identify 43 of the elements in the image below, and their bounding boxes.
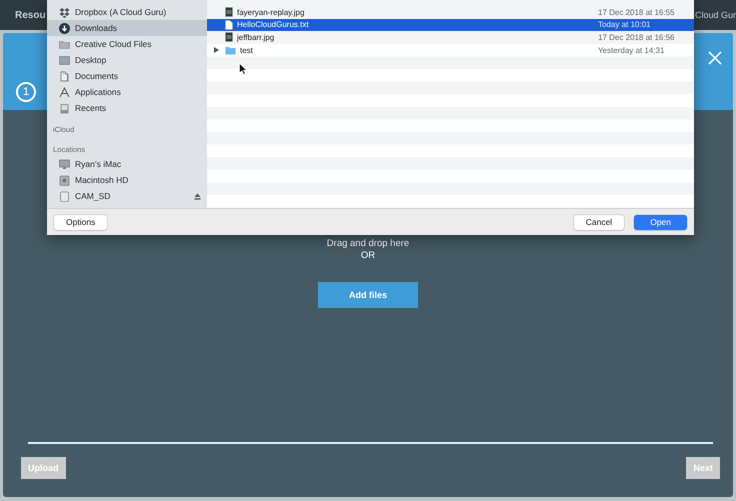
file-name: fayeryan-replay.jpg: [237, 8, 304, 17]
file-date: 17 Dec 2018 at 16:56: [598, 32, 676, 42]
brand-text: Cloud Gur: [694, 10, 736, 20]
file-name: test: [240, 46, 253, 55]
applications-icon: [59, 86, 70, 98]
sidebar-item[interactable]: Desktop: [47, 52, 207, 68]
file-date: Yesterday at 14:31: [598, 46, 666, 55]
drop-instructions: Drag and drop here: [326, 238, 410, 250]
dropbox-icon: [59, 6, 70, 18]
sidebar-item[interactable]: Documents: [47, 68, 207, 84]
disclosure-triangle-icon[interactable]: [214, 47, 218, 54]
open-button[interactable]: Open: [634, 214, 687, 230]
eject-icon[interactable]: [194, 192, 201, 200]
file-date: 17 Dec 2018 at 16:55: [598, 8, 676, 17]
image-file-icon: [225, 7, 233, 18]
sidebar-item[interactable]: Creative Cloud Files: [47, 36, 207, 52]
text-file-icon: [225, 20, 233, 30]
sidebar-item[interactable]: Recents: [47, 100, 207, 116]
mouse-pointer-icon: [239, 63, 247, 75]
folder-icon: [59, 38, 70, 50]
sidebar-item[interactable]: CAM_SD: [47, 188, 207, 204]
computer-icon: [59, 158, 70, 170]
or-text: OR: [360, 250, 376, 262]
recents-icon: [59, 102, 70, 114]
file-date: Today at 10:01: [598, 20, 652, 30]
sidebar-item[interactable]: Dropbox (A Cloud Guru): [47, 4, 207, 20]
documents-icon: [59, 70, 70, 82]
sidebar-item[interactable]: Macintosh HD: [47, 172, 207, 188]
file-row[interactable]: HelloCloudGurus.txt Today at 10:01: [207, 18, 694, 32]
desktop-icon: [59, 54, 70, 66]
download-icon: [59, 22, 70, 34]
file-name: jeffbarr.jpg: [237, 32, 274, 42]
sidebar-item[interactable]: Ryan’s iMac: [47, 156, 207, 172]
options-button[interactable]: Options: [54, 214, 108, 230]
file-name: HelloCloudGurus.txt: [237, 20, 309, 30]
sidebar-item[interactable]: Downloads: [47, 20, 207, 36]
close-button[interactable]: [707, 50, 723, 66]
sd-card-icon: [59, 190, 70, 202]
cancel-button[interactable]: Cancel: [574, 214, 624, 230]
image-file-icon: [225, 32, 233, 42]
step-number: 1: [16, 82, 36, 102]
nav-link[interactable]: Resou: [15, 10, 46, 20]
sidebar-item[interactable]: Applications: [47, 84, 207, 100]
